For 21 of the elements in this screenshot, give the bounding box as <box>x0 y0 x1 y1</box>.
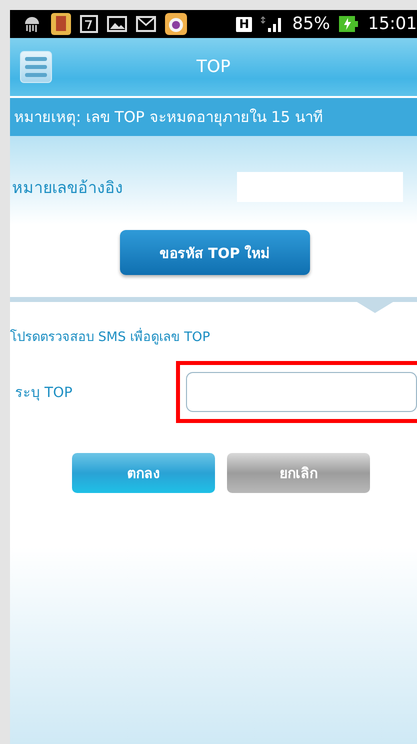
app-icon <box>51 13 71 35</box>
top-input-field[interactable] <box>186 372 417 412</box>
jellyfish-icon <box>22 14 42 34</box>
camera-app-icon <box>165 13 187 35</box>
clock-time: 15:01 <box>368 14 417 34</box>
battery-percent: 85% <box>292 14 330 34</box>
battery-charging-icon <box>339 15 359 33</box>
menu-button[interactable] <box>20 51 52 83</box>
request-code-button[interactable]: ขอรหัส TOP ใหม่ <box>120 230 310 275</box>
sms-instruction: โปรดตรวจสอบ SMS เพื่อดูเลข TOP <box>10 326 417 347</box>
screen-title: TOP <box>196 57 231 77</box>
expiry-notice: หมายเหตุ: เลข TOP จะหมดอายุภายใน 15 นาที <box>10 98 417 136</box>
calendar-icon <box>80 15 98 33</box>
image-icon <box>107 16 127 32</box>
mail-icon <box>136 16 156 32</box>
network-type-icon: H <box>236 16 252 32</box>
ok-button[interactable]: ตกลง <box>72 453 215 493</box>
reference-label: หมายเลขอ้างอิง <box>12 176 123 198</box>
cancel-button[interactable]: ยกเลิก <box>227 453 370 493</box>
signal-icon <box>261 15 284 33</box>
top-label: ระบุ TOP <box>14 384 74 403</box>
